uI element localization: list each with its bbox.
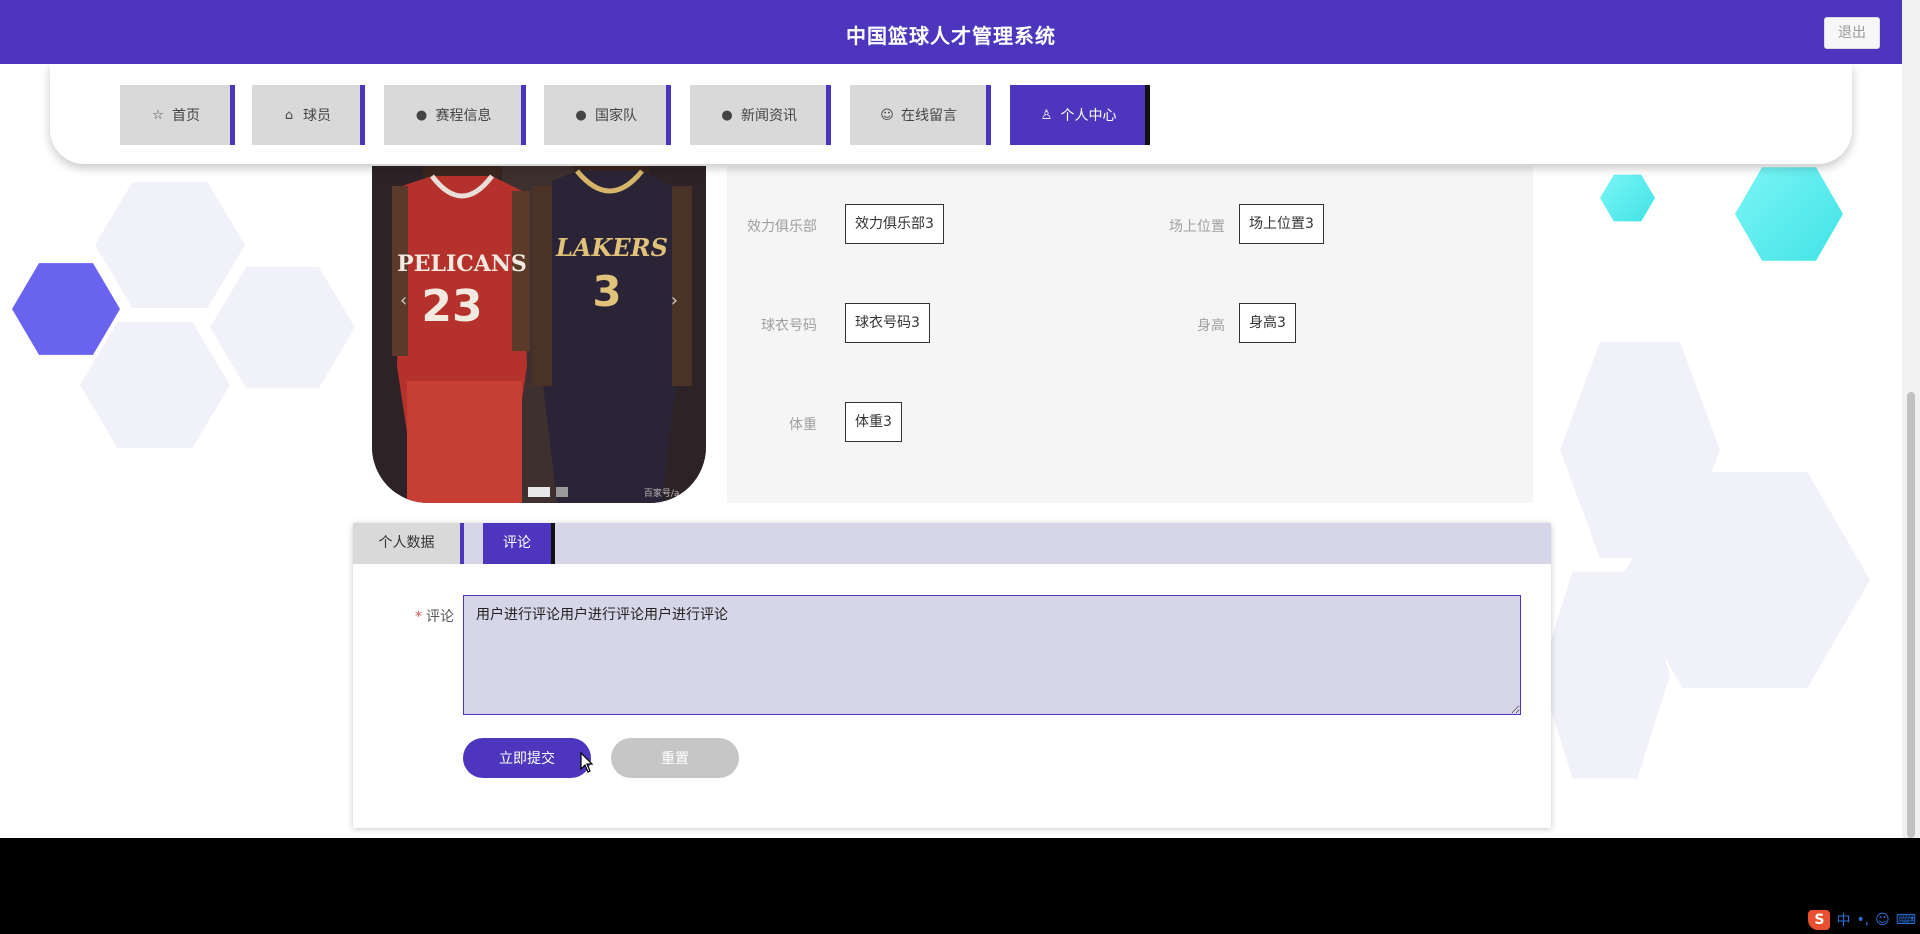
decor-hexagon bbox=[1600, 174, 1655, 222]
player-photo: PELICANS 23 LAKERS 3 bbox=[372, 166, 706, 503]
ime-mode-toggle[interactable]: 中 bbox=[1836, 910, 1850, 930]
nav-item-label: 球员 bbox=[303, 108, 331, 124]
club-label: 效力俱乐部 bbox=[747, 219, 817, 235]
tab-personal-data[interactable]: 个人数据 bbox=[353, 523, 464, 564]
scrollbar-thumb[interactable] bbox=[1907, 392, 1915, 838]
nav-item-players[interactable]: ⌂ 球员 bbox=[252, 85, 365, 145]
info-circle-icon: ● bbox=[721, 107, 733, 123]
weight-label: 体重 bbox=[789, 417, 817, 433]
info-circle-icon: ● bbox=[415, 107, 428, 123]
comment-label-text: 评论 bbox=[426, 609, 454, 625]
carousel-dot[interactable] bbox=[528, 487, 550, 497]
nav-item-label: 首页 bbox=[172, 108, 200, 124]
height-value: 身高3 bbox=[1239, 303, 1296, 343]
decor-hexagon bbox=[210, 266, 355, 389]
site-title: 中国篮球人才管理系统 bbox=[846, 24, 1056, 48]
smile-icon: ☺ bbox=[880, 107, 894, 123]
image-watermark: 百家号/a... bbox=[643, 489, 688, 499]
carousel-indicators bbox=[528, 487, 568, 497]
bag-icon: ⌂ bbox=[284, 107, 294, 123]
nav-item-messages[interactable]: ☺ 在线留言 bbox=[850, 85, 991, 145]
decor-hexagon bbox=[95, 182, 245, 308]
logout-button[interactable]: 退出 bbox=[1824, 17, 1880, 49]
nav-item-schedule[interactable]: ● 赛程信息 bbox=[384, 85, 526, 145]
header-bar: 中国篮球人才管理系统 退出 bbox=[0, 0, 1902, 64]
emoji-icon[interactable]: ☺ bbox=[1875, 912, 1890, 928]
position-label: 场上位置 bbox=[1169, 219, 1225, 235]
jersey-number-label: 球衣号码 bbox=[761, 318, 817, 334]
nav-item-label: 个人中心 bbox=[1060, 108, 1117, 124]
nav-item-user-center[interactable]: ♙ 个人中心 bbox=[1010, 85, 1150, 145]
carousel-dot[interactable] bbox=[556, 487, 568, 497]
star-icon: ☆ bbox=[152, 107, 164, 123]
jersey-left-team: PELICANS bbox=[397, 251, 527, 277]
jersey-right-team: LAKERS bbox=[555, 233, 668, 262]
nav-item-label: 国家队 bbox=[595, 108, 637, 124]
position-value: 场上位置3 bbox=[1239, 204, 1324, 244]
jersey-number-value: 球衣号码3 bbox=[845, 303, 930, 343]
comment-textarea[interactable]: 用户进行评论用户进行评论用户进行评论 bbox=[463, 595, 1521, 715]
ime-punctuation-toggle[interactable]: •, bbox=[1856, 912, 1869, 928]
jersey-left-number: 23 bbox=[421, 281, 482, 332]
required-mark: * bbox=[415, 609, 422, 625]
player-image-carousel[interactable]: PELICANS 23 LAKERS 3 ‹ › 百家号/a... bbox=[372, 166, 706, 503]
ime-toolbar: S 中 •, ☺ ⌨ bbox=[1808, 910, 1916, 930]
jersey-right-number: 3 bbox=[592, 267, 621, 316]
reset-button[interactable]: 重置 bbox=[611, 738, 739, 778]
nav-item-label: 在线留言 bbox=[901, 108, 957, 124]
comment-card: 个人数据 评论 * 评论 用户进行评论用户进行评论用户进行评论 立即提交 重置 bbox=[353, 523, 1551, 828]
submit-button[interactable]: 立即提交 bbox=[463, 738, 591, 778]
decor-hexagon bbox=[1735, 167, 1843, 261]
user-icon: ♙ bbox=[1040, 107, 1053, 123]
mouse-cursor-icon bbox=[580, 752, 594, 773]
height-label: 身高 bbox=[1197, 318, 1225, 334]
nav-item-home[interactable]: ☆ 首页 bbox=[120, 85, 235, 145]
question-circle-icon: ● bbox=[575, 107, 587, 123]
detail-tabs: 个人数据 评论 bbox=[353, 523, 1551, 564]
main-nav: ☆ 首页 ⌂ 球员 ● 赛程信息 ● 国家队 ● 新闻资讯 ☺ 在线留言 ♙ 个… bbox=[50, 64, 1852, 164]
tab-comments[interactable]: 评论 bbox=[483, 523, 555, 564]
keyboard-icon[interactable]: ⌨ bbox=[1896, 912, 1916, 928]
player-info-panel: 效力俱乐部 效力俱乐部3 场上位置 场上位置3 球衣号码 球衣号码3 身高 身高… bbox=[727, 166, 1533, 503]
page-scrollbar[interactable] bbox=[1902, 0, 1920, 838]
carousel-prev-icon[interactable]: ‹ bbox=[400, 290, 407, 311]
club-value: 效力俱乐部3 bbox=[845, 204, 944, 244]
nav-item-national-team[interactable]: ● 国家队 bbox=[544, 85, 671, 145]
nav-item-label: 新闻资讯 bbox=[741, 108, 797, 124]
carousel-next-icon[interactable]: › bbox=[671, 290, 678, 311]
weight-value: 体重3 bbox=[845, 402, 902, 442]
nav-item-label: 赛程信息 bbox=[435, 108, 492, 124]
decor-hexagon bbox=[12, 263, 120, 355]
ime-logo-icon[interactable]: S bbox=[1808, 910, 1831, 930]
nav-item-news[interactable]: ● 新闻资讯 bbox=[690, 85, 831, 145]
comment-field-label: * 评论 bbox=[415, 606, 454, 626]
page: 中国篮球人才管理系统 退出 ☆ 首页 ⌂ 球员 ● 赛程信息 ● 国家队 ● 新… bbox=[0, 0, 1920, 934]
page-footer: S 中 •, ☺ ⌨ bbox=[0, 838, 1920, 934]
